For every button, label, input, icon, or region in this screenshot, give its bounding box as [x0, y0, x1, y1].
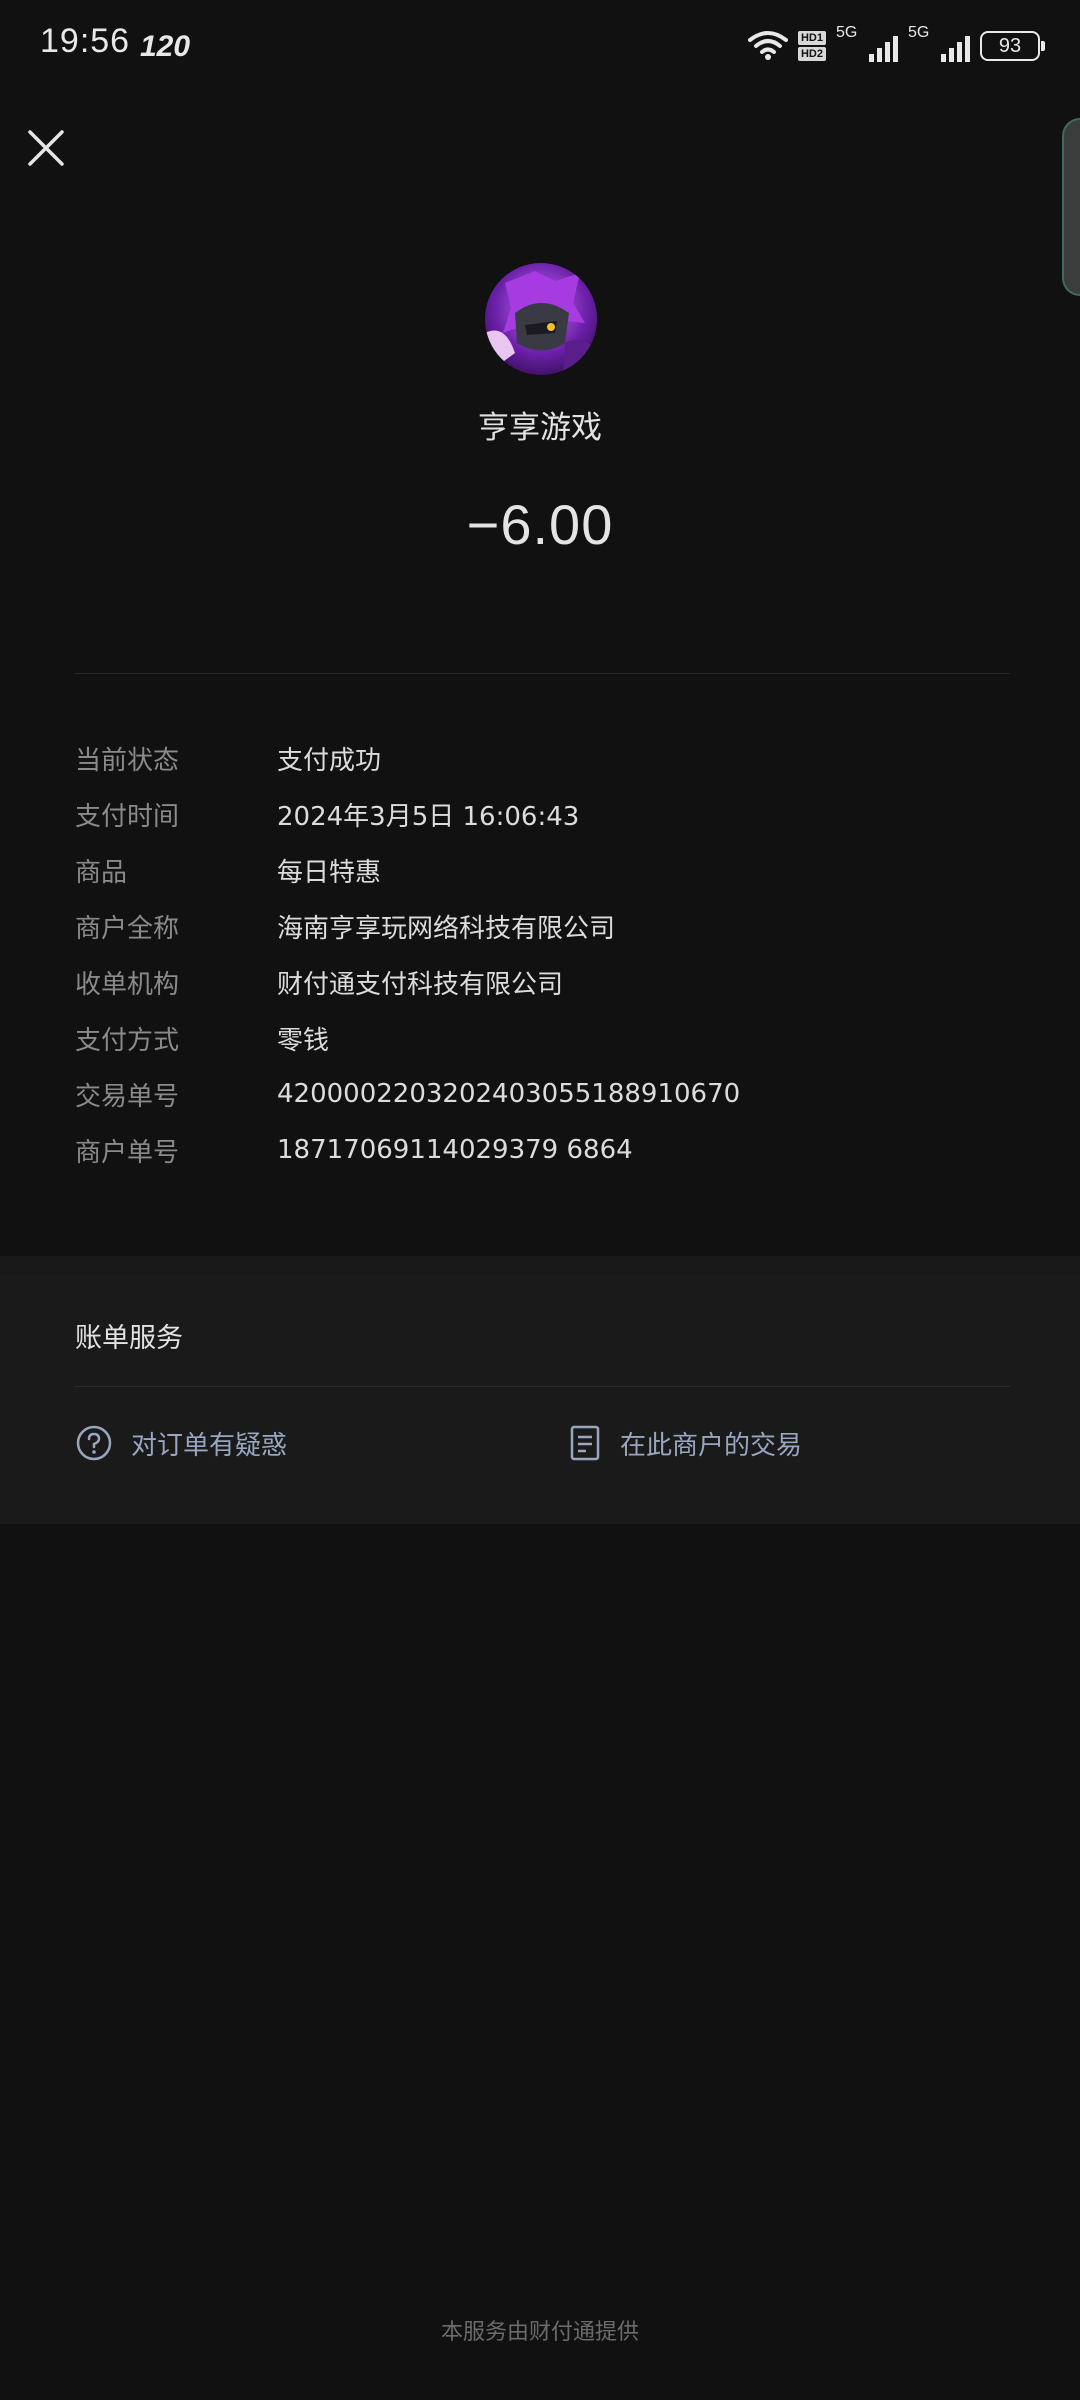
transaction-details: 当前状态 支付成功 支付时间 2024年3月5日 16:06:43 商品 每日特…	[75, 730, 1010, 1178]
detail-value: 海南亨享玩网络科技有限公司	[277, 913, 616, 944]
hd2-label: HD2	[797, 47, 826, 61]
signal-icon-sim2: 5G	[908, 24, 970, 64]
order-question-button[interactable]: 对订单有疑惑	[75, 1424, 287, 1462]
status-time: 19:56	[40, 22, 131, 60]
merchant-transactions-button[interactable]: 在此商户的交易	[568, 1424, 802, 1462]
bill-service-section: 账单服务 对订单有疑惑 在此商户的交易	[0, 1274, 1080, 1524]
detail-label: 支付时间	[75, 801, 180, 832]
detail-label: 商品	[75, 857, 128, 888]
refresh-rate: 120	[140, 30, 191, 63]
detail-row-transaction-id: 交易单号 4200002203202403055188910670	[75, 1066, 1010, 1122]
detail-value: 支付成功	[277, 745, 382, 776]
status-icons: HD1 HD2 5G 5G 93	[747, 24, 1045, 66]
close-icon	[28, 130, 64, 166]
detail-row-merchant-order-id: 商户单号 18717069114029379 6864	[75, 1122, 1010, 1178]
detail-label: 商户单号	[75, 1137, 180, 1168]
floating-side-tab[interactable]	[1062, 118, 1080, 296]
detail-row-merchant-fullname: 商户全称 海南亨享玩网络科技有限公司	[75, 898, 1010, 954]
status-bar: 19:56 120 HD1 HD2 5G 5G 93	[0, 0, 1080, 96]
wifi-icon	[747, 31, 788, 60]
divider	[75, 1386, 1010, 1387]
section-separator	[0, 1256, 1080, 1274]
merchant-avatar	[485, 263, 597, 375]
order-question-label: 对订单有疑惑	[131, 1430, 288, 1461]
detail-row-payment-method: 支付方式 零钱	[75, 1010, 1010, 1066]
detail-label: 商户全称	[75, 913, 180, 944]
close-button[interactable]	[24, 126, 68, 170]
merchant-transactions-label: 在此商户的交易	[620, 1430, 803, 1461]
divider	[75, 673, 1010, 674]
detail-value[interactable]: 18717069114029379 6864	[277, 1135, 633, 1165]
detail-row-acquirer: 收单机构 财付通支付科技有限公司	[75, 954, 1010, 1010]
detail-row-product: 商品 每日特惠	[75, 842, 1010, 898]
document-icon	[570, 1425, 600, 1461]
detail-row-time: 支付时间 2024年3月5日 16:06:43	[75, 786, 1010, 842]
detail-label: 收单机构	[75, 969, 180, 1000]
detail-value: 零钱	[277, 1025, 330, 1056]
detail-label: 支付方式	[75, 1025, 180, 1056]
footer-provider-note: 本服务由财付通提供	[440, 2320, 639, 2345]
network-label-1: 5G	[836, 24, 858, 41]
hd-indicator: HD1 HD2	[797, 31, 826, 61]
signal-icon-sim1: 5G	[836, 24, 898, 64]
question-circle-icon	[76, 1425, 112, 1461]
payment-amount: −6.00	[466, 493, 614, 556]
detail-value[interactable]: 4200002203202403055188910670	[277, 1079, 740, 1109]
detail-label: 交易单号	[75, 1081, 180, 1112]
detail-label: 当前状态	[75, 745, 180, 776]
detail-value: 每日特惠	[277, 857, 382, 888]
detail-row-status: 当前状态 支付成功	[75, 730, 1010, 786]
hd1-label: HD1	[797, 31, 826, 45]
battery-icon: 93	[980, 31, 1045, 61]
detail-value: 2024年3月5日 16:06:43	[277, 801, 580, 832]
avatar-image	[485, 263, 597, 375]
battery-level: 93	[998, 35, 1022, 57]
network-label-2: 5G	[908, 24, 930, 41]
merchant-name: 亨享游戏	[478, 410, 602, 446]
bill-service-title: 账单服务	[75, 1323, 183, 1354]
payment-detail-screen: 19:56 120 HD1 HD2 5G 5G 93 亨享游戏 −6.00 当前…	[0, 0, 1080, 2400]
detail-value: 财付通支付科技有限公司	[277, 969, 564, 1000]
